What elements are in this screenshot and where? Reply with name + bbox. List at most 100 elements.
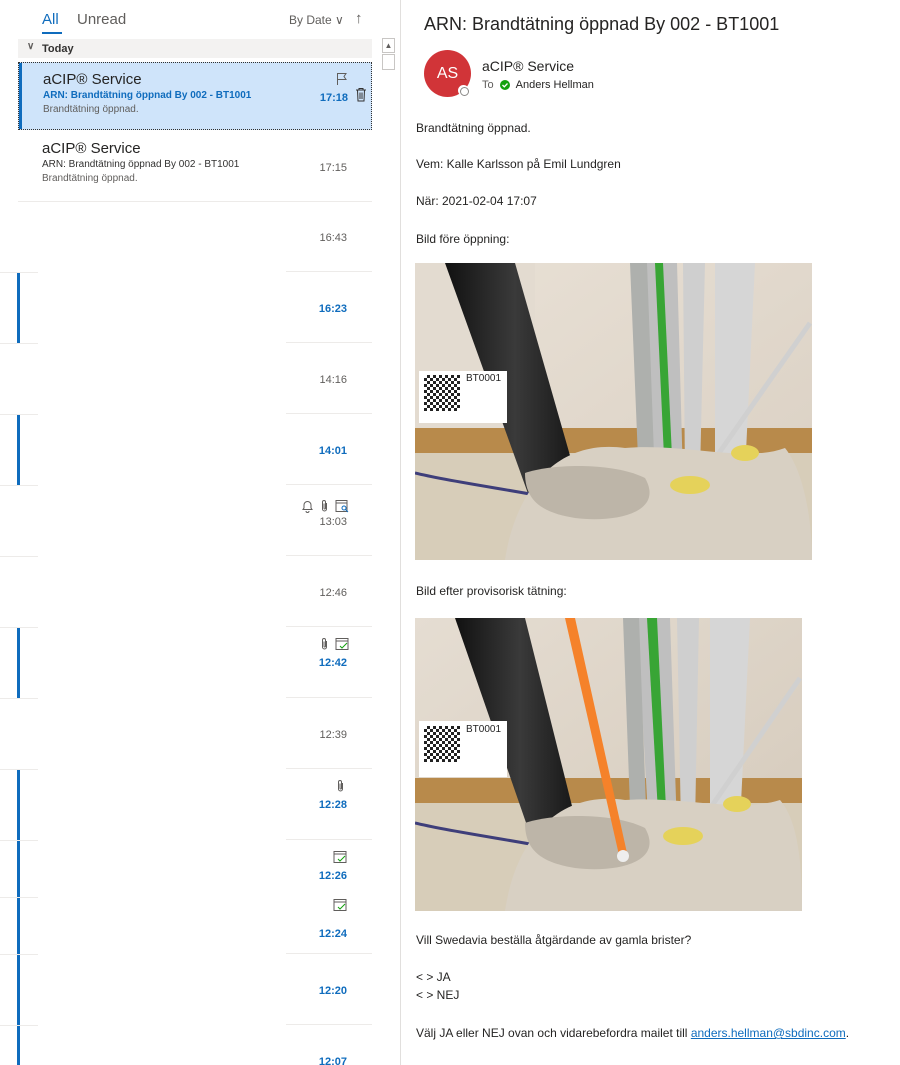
active-tab-indicator xyxy=(42,32,62,34)
message-item[interactable]: aCIP® Service ARN: Brandtätning öppnad B… xyxy=(18,132,372,202)
message-time: 12:26 xyxy=(318,870,347,882)
to-label: To xyxy=(482,79,494,91)
calendar-check-icon xyxy=(333,898,348,912)
message-item[interactable]: 16:23 xyxy=(18,273,372,343)
message-item[interactable]: 12:07 xyxy=(18,1026,372,1065)
qr-label: BT0001 xyxy=(466,724,502,735)
row-divider xyxy=(286,697,372,698)
qr-label: BT0001 xyxy=(466,373,502,384)
row-divider xyxy=(286,342,372,343)
message-sender: aCIP® Service xyxy=(42,140,141,157)
body-line: När: 2021-02-04 17:07 xyxy=(416,194,537,208)
message-time: 12:46 xyxy=(319,587,347,599)
sort-direction-icon[interactable]: ↑ xyxy=(355,10,363,27)
message-item[interactable]: 12:20 xyxy=(18,955,372,1025)
message-time: 12:24 xyxy=(318,928,347,940)
message-time: 12:28 xyxy=(318,799,347,811)
message-preview: Brandtätning öppnad. xyxy=(42,173,138,184)
message-time: 16:43 xyxy=(319,232,347,244)
message-subject: ARN: Brandtätning öppnad By 002 - BT1001 xyxy=(43,90,252,101)
photo-before-opening[interactable]: BT0001 xyxy=(415,263,812,560)
filter-tab-all[interactable]: All xyxy=(42,11,59,28)
row-divider xyxy=(286,626,372,627)
recipient-name[interactable]: Anders Hellman xyxy=(516,79,594,91)
unread-indicator xyxy=(17,955,20,1025)
row-divider xyxy=(286,768,372,769)
presence-available-icon xyxy=(499,80,510,90)
paperclip-icon xyxy=(336,779,345,793)
option-nej: < > NEJ xyxy=(416,988,460,1002)
body-line: Brandtätning öppnad. xyxy=(416,121,531,135)
paperclip-icon xyxy=(320,637,329,651)
email-subject: ARN: Brandtätning öppnad By 002 - BT1001 xyxy=(424,14,780,34)
message-subject: ARN: Brandtätning öppnad By 002 - BT1001 xyxy=(42,159,240,170)
closing-period: . xyxy=(845,1026,850,1040)
recipient-line: To Anders Hellman xyxy=(482,79,594,91)
message-item[interactable]: 12:42 xyxy=(18,628,372,698)
sort-by-label: By Date xyxy=(289,13,332,27)
message-list-pane: All Unread By Date ∨ ↑ ∨ Today aCIP® Ser… xyxy=(0,0,400,1065)
row-divider xyxy=(286,1024,372,1025)
message-item[interactable]: 16:43 xyxy=(18,202,372,272)
row-divider xyxy=(286,953,372,954)
message-item[interactable]: aCIP® Service ARN: Brandtätning öppnad B… xyxy=(18,62,372,130)
message-item[interactable]: 12:28 xyxy=(18,770,372,840)
message-icons xyxy=(336,779,345,793)
trash-icon[interactable] xyxy=(355,87,367,102)
message-icons xyxy=(333,850,348,864)
unread-indicator xyxy=(17,770,20,840)
scrollbar[interactable] xyxy=(380,38,395,1065)
unread-indicator xyxy=(17,273,20,343)
body-line: Bild före öppning: xyxy=(416,232,510,246)
message-time: 12:20 xyxy=(318,985,347,997)
group-label: Today xyxy=(42,43,74,55)
message-time: 12:39 xyxy=(319,729,347,741)
message-item[interactable]: 13:03 xyxy=(18,486,372,556)
calendar-check-icon xyxy=(335,637,350,651)
message-time: 16:23 xyxy=(318,303,347,315)
filter-tab-unread[interactable]: Unread xyxy=(77,11,126,28)
message-time: 14:01 xyxy=(318,445,347,457)
message-item[interactable]: 12:24 xyxy=(18,898,372,954)
photo-after-sealing[interactable]: BT0001 xyxy=(415,618,802,911)
bell-icon[interactable] xyxy=(301,499,314,513)
message-time: 12:42 xyxy=(318,657,347,669)
message-time: 12:07 xyxy=(318,1056,347,1065)
row-divider xyxy=(286,839,372,840)
qr-code-icon xyxy=(424,726,460,762)
message-time: 14:16 xyxy=(319,374,347,386)
flag-icon[interactable] xyxy=(336,72,348,86)
scroll-thumb[interactable] xyxy=(382,54,395,70)
reading-pane: ARN: Brandtätning öppnad By 002 - BT1001… xyxy=(401,0,900,1065)
message-item[interactable]: 14:16 xyxy=(18,344,372,414)
body-line: Vill Swedavia beställa åtgärdande av gam… xyxy=(416,933,692,947)
filter-bar: All Unread By Date ∨ ↑ xyxy=(0,0,380,38)
message-icons xyxy=(301,499,350,513)
message-time: 13:03 xyxy=(319,516,347,528)
body-line: Bild efter provisorisk tätning: xyxy=(416,584,567,598)
group-header-today[interactable]: ∨ Today xyxy=(18,39,372,58)
message-preview: Brandtätning öppnad. xyxy=(43,104,139,115)
row-divider xyxy=(286,271,372,272)
row-divider xyxy=(286,413,372,414)
sort-by-dropdown[interactable]: By Date ∨ xyxy=(289,13,344,27)
message-item[interactable]: 12:39 xyxy=(18,699,372,769)
chevron-down-icon: ∨ xyxy=(27,41,35,52)
paperclip-icon xyxy=(320,499,329,513)
message-icons xyxy=(333,898,348,912)
message-icons xyxy=(320,637,350,651)
scroll-up-button[interactable]: ▲ xyxy=(382,38,395,53)
body-line: Vem: Kalle Karlsson på Emil Lundgren xyxy=(416,157,621,171)
unread-indicator xyxy=(17,841,20,897)
closing-line: Välj JA eller NEJ ovan och vidarebefordr… xyxy=(416,1026,849,1040)
closing-text: Välj JA eller NEJ ovan och vidarebefordr… xyxy=(416,1026,688,1040)
email-link[interactable]: anders.hellman@sbdinc.com xyxy=(691,1026,846,1040)
message-item[interactable]: 14:01 xyxy=(18,415,372,485)
calendar-search-icon xyxy=(335,499,350,513)
calendar-check-icon xyxy=(333,850,348,864)
message-sender: aCIP® Service xyxy=(43,71,142,88)
message-item[interactable]: 12:46 xyxy=(18,557,372,627)
sender-name[interactable]: aCIP® Service xyxy=(482,58,574,74)
qr-code-icon xyxy=(424,375,460,411)
unread-indicator xyxy=(19,63,22,129)
